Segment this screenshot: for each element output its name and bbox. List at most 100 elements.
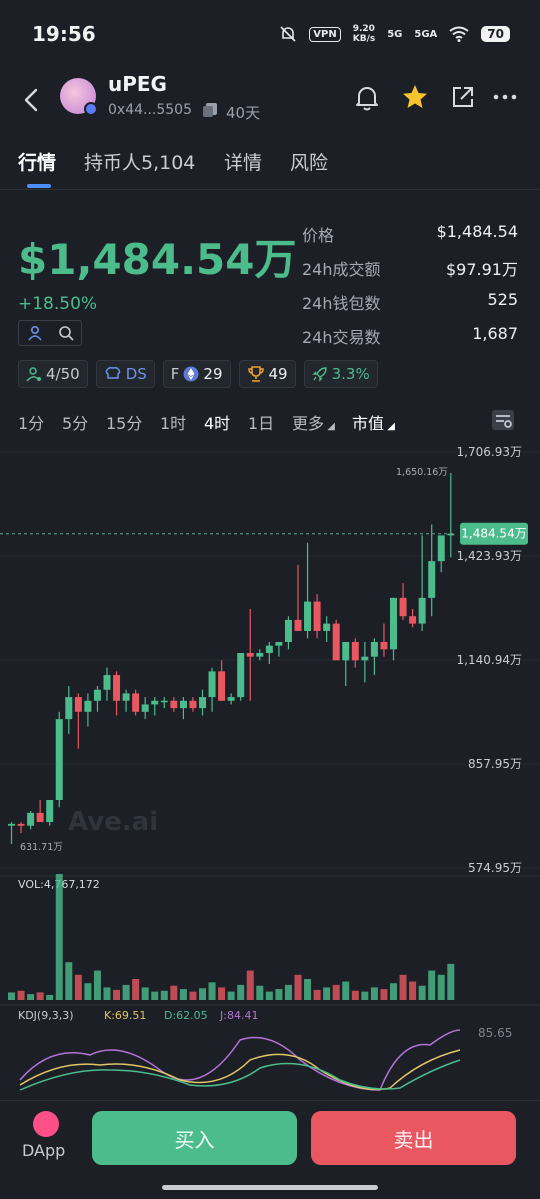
volume-bar xyxy=(141,987,149,1000)
candle-body xyxy=(227,697,235,701)
tf-more[interactable]: 更多 ◢ xyxy=(292,410,335,434)
candle-body xyxy=(351,641,359,661)
volume-bar xyxy=(284,984,292,1000)
user-star-icon xyxy=(26,367,41,382)
mute-icon xyxy=(280,26,296,42)
volume-bar xyxy=(380,989,388,1000)
timeframe-selector: 1分 5分 15分 1时 4时 1日 更多 ◢ 市值 ◢ xyxy=(0,404,540,438)
rocket-badge[interactable]: 3.3% xyxy=(303,360,378,388)
candle-body xyxy=(74,697,82,712)
wifi-icon xyxy=(449,26,469,42)
volume-bar xyxy=(399,974,407,1000)
holders-badge[interactable]: 4/50 xyxy=(18,360,88,388)
back-arrow-icon[interactable] xyxy=(18,78,48,118)
sell-button[interactable]: 卖出 xyxy=(311,1111,516,1165)
volume-bar xyxy=(132,979,140,1000)
tab-holders[interactable]: 持币人5,104 xyxy=(84,148,195,175)
candle-body xyxy=(275,641,283,646)
y-tick-label: 1,706.93万 xyxy=(457,445,522,459)
dapp-icon[interactable] xyxy=(33,1111,59,1137)
volume-bar xyxy=(65,962,73,1000)
candle-body xyxy=(256,652,264,657)
badge-row: 4/50 DS F 29 49 3.3% xyxy=(18,360,378,388)
volume-bar xyxy=(256,985,264,1000)
trophy-badge[interactable]: 49 xyxy=(238,360,296,388)
trophy-icon xyxy=(247,366,264,382)
tab-market[interactable]: 行情 xyxy=(18,148,56,175)
tf-1m[interactable]: 1分 xyxy=(18,410,44,434)
candle-body xyxy=(418,597,426,624)
share-icon[interactable] xyxy=(448,82,478,112)
candle-body xyxy=(265,645,273,653)
stats-panel: 价格 $1,484.54 24h成交额 $97.91万 24h钱包数 525 24h交… xyxy=(302,222,518,358)
volume-bar xyxy=(332,984,340,1000)
volume-bar xyxy=(199,988,206,1000)
more-icon[interactable] xyxy=(490,82,520,112)
buy-button[interactable]: 买入 xyxy=(92,1111,297,1165)
search-icon[interactable] xyxy=(50,321,81,345)
volume-bar xyxy=(170,985,178,1000)
volume-bar xyxy=(275,989,283,1000)
copy-icon[interactable] xyxy=(202,102,218,118)
dapp-label[interactable]: DApp xyxy=(22,1141,65,1160)
volume-bar xyxy=(189,991,197,1000)
chain-badge-icon xyxy=(84,102,98,116)
candle-body xyxy=(93,689,101,701)
candle-body xyxy=(409,616,417,624)
candle-body xyxy=(304,601,312,631)
price-chart[interactable]: Ave.ai 1,706.93万 1,423.93万 1,140.94万 857.95… xyxy=(0,440,540,1100)
volume-bar xyxy=(218,987,226,1000)
candle-body xyxy=(199,697,206,709)
volume-bars xyxy=(8,874,455,1000)
price-change: +18.50% xyxy=(18,294,98,314)
ds-badge[interactable]: DS xyxy=(95,360,155,388)
tf-1h[interactable]: 1时 xyxy=(160,410,186,434)
volume-bar xyxy=(390,983,397,1000)
volume-bar xyxy=(437,974,445,1000)
tf-4h[interactable]: 4时 xyxy=(204,410,230,434)
volume-bar xyxy=(342,981,350,1000)
candle-body xyxy=(323,623,331,631)
svg-text:KDJ(9,3,3): KDJ(9,3,3) xyxy=(18,1009,74,1022)
volume-bar xyxy=(304,979,312,1000)
candle-body xyxy=(370,641,378,657)
tf-5m[interactable]: 5分 xyxy=(62,410,88,434)
f-badge[interactable]: F 29 xyxy=(162,360,231,388)
kdj-max-label: 85.65 xyxy=(478,1026,512,1040)
volume-bar xyxy=(122,984,130,1000)
volume-bar xyxy=(179,989,187,1000)
candle-body xyxy=(17,823,25,826)
volume-bar xyxy=(151,991,159,1000)
candle-body xyxy=(103,675,111,690)
tab-details[interactable]: 详情 xyxy=(224,148,262,175)
volume-bar xyxy=(36,992,44,1000)
stat-volume: 24h成交额 $97.91万 xyxy=(302,260,518,279)
current-price-tag: 1,484.54万 xyxy=(460,522,528,545)
tf-1d[interactable]: 1日 xyxy=(248,410,274,434)
metric-select[interactable]: 市值 ◢ xyxy=(352,410,395,434)
token-address[interactable]: 0x44...5505 xyxy=(108,102,192,118)
candle-body xyxy=(27,812,35,826)
chart-settings-icon[interactable] xyxy=(490,408,516,432)
dropdown-caret-icon: ◢ xyxy=(384,421,395,432)
volume-bar xyxy=(294,974,302,1000)
bell-icon[interactable] xyxy=(352,82,382,112)
y-tick-label: 574.95万 xyxy=(468,861,522,875)
candle-body xyxy=(132,693,140,712)
candle-body xyxy=(122,693,130,701)
user-icon[interactable] xyxy=(19,321,50,345)
svg-text:J:84.41: J:84.41 xyxy=(219,1009,258,1022)
star-icon[interactable] xyxy=(400,82,430,112)
volume-bar xyxy=(361,991,369,1000)
token-header: uPEG 0x44...5505 40天 xyxy=(0,70,540,130)
tab-risk[interactable]: 风险 xyxy=(290,148,328,175)
y-tick-label: 857.95万 xyxy=(468,757,522,771)
volume-bar xyxy=(313,989,321,1000)
stat-price: 价格 $1,484.54 xyxy=(302,222,518,245)
volume-bar xyxy=(428,970,436,1000)
svg-text:1,484.54万: 1,484.54万 xyxy=(461,527,526,541)
tf-15m[interactable]: 15分 xyxy=(106,410,142,434)
volume-bar xyxy=(160,990,168,1000)
vpn-badge: VPN xyxy=(309,26,341,42)
volume-bar xyxy=(8,992,15,1000)
